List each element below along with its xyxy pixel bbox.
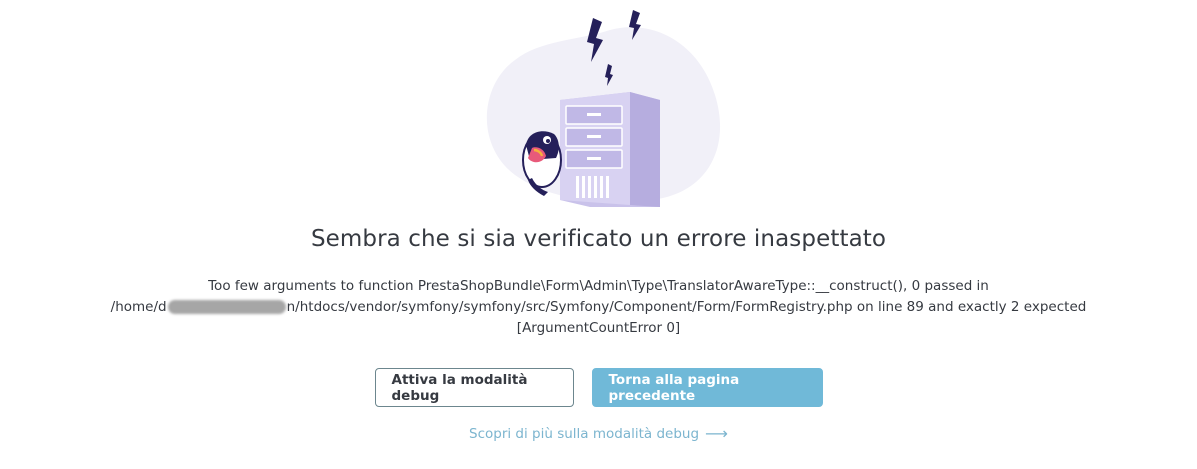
error-page: Sembra che si sia verificato un errore i… [0, 0, 1197, 469]
learn-more-debug: Scopri di più sulla modalità debug ⟶ [0, 424, 1197, 443]
enable-debug-button[interactable]: Attiva la modalità debug [374, 368, 574, 407]
learn-more-debug-link[interactable]: Scopri di più sulla modalità debug ⟶ [469, 424, 728, 443]
error-message-line-1: Too few arguments to function PrestaShop… [208, 278, 989, 294]
error-path-suffix: n/htdocs/vendor/symfony/symfony/src/Symf… [286, 299, 1087, 315]
back-button[interactable]: Torna alla pagina precedente [591, 368, 823, 407]
arrow-right-icon: ⟶ [705, 424, 728, 443]
error-message: Too few arguments to function PrestaShop… [0, 276, 1197, 339]
error-message-line-2: /home/d n/htdocs/vendor/symfony/symfony/s… [0, 297, 1197, 318]
error-path-prefix: /home/d [110, 299, 167, 315]
server-icon [560, 92, 660, 207]
server-error-illustration [486, 10, 721, 207]
error-title: Sembra che si sia verificato un errore i… [310, 226, 887, 252]
error-actions: Attiva la modalità debug Torna alla pagi… [0, 368, 1197, 407]
error-type: [ArgumentCountError 0] [516, 320, 681, 336]
learn-more-debug-label: Scopri di più sulla modalità debug [469, 426, 700, 442]
redacted-path-segment [167, 300, 286, 314]
